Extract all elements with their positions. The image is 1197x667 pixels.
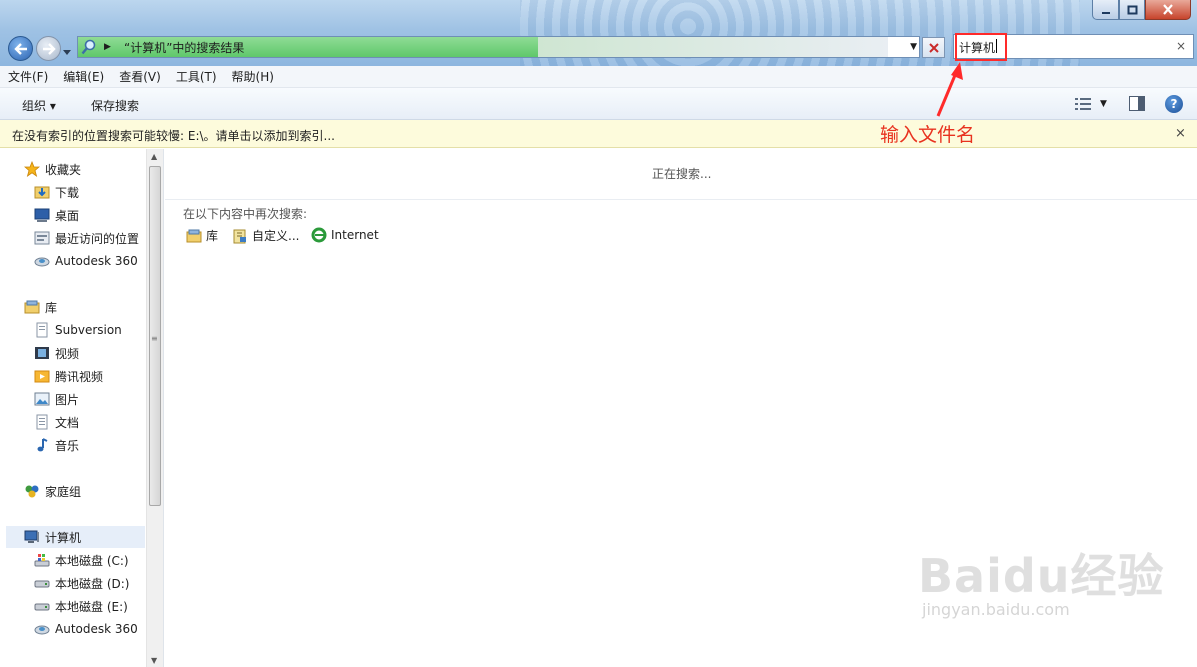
minimize-icon (1101, 11, 1110, 14)
location-label: 库 (206, 229, 219, 243)
address-bar[interactable]: ▶ “计算机”中的搜索结果 ▼ (77, 36, 920, 58)
chevron-down-icon (63, 50, 71, 55)
tencent-video-icon (34, 368, 50, 384)
minimize-button[interactable] (1092, 0, 1119, 20)
hard-drive-icon (34, 575, 50, 591)
location-label: Internet (331, 228, 379, 242)
address-text: “计算机”中的搜索结果 (124, 41, 245, 55)
info-close-icon[interactable]: × (1175, 126, 1186, 141)
music-note-icon (34, 437, 50, 453)
nav-item-label: Autodesk 360 (55, 254, 138, 268)
download-folder-icon (34, 184, 50, 200)
nav-scrollbar[interactable]: ▲ ≡ ▼ (146, 149, 163, 667)
nav-item-label: 腾讯视频 (55, 369, 104, 384)
maximize-button[interactable] (1119, 0, 1145, 20)
address-dropdown-icon[interactable]: ▼ (910, 42, 917, 52)
custom-folder-icon (232, 228, 248, 244)
scroll-down-icon[interactable]: ▼ (151, 656, 157, 665)
organize-button[interactable]: 组织 ▾ (22, 97, 56, 114)
star-icon (24, 161, 40, 177)
watermark-logo: Baidu经验 (918, 549, 1165, 603)
title-bar: ▶ “计算机”中的搜索结果 ▼ 计算机 × (0, 0, 1197, 66)
nav-item-label: 视频 (55, 346, 80, 361)
menu-view[interactable]: 查看(V) (119, 68, 161, 85)
menu-tools[interactable]: 工具(T) (176, 68, 217, 85)
menu-edit[interactable]: 编辑(E) (63, 68, 104, 85)
hard-drive-icon (34, 598, 50, 614)
nav-item-label: 本地磁盘 (D:) (55, 576, 130, 591)
search-again-label: 在以下内容中再次搜索: (183, 207, 308, 221)
library-folder-icon (24, 299, 40, 315)
close-button[interactable] (1145, 0, 1191, 20)
scroll-grip-icon: ≡ (151, 334, 158, 343)
nav-favorites-label: 收藏夹 (45, 162, 82, 177)
location-label: 自定义... (252, 229, 300, 243)
forward-button[interactable] (36, 36, 61, 61)
cloud-drive-icon (34, 621, 50, 637)
search-status: 正在搜索... (652, 167, 712, 181)
view-options-dropdown-icon[interactable]: ▼ (1100, 99, 1107, 109)
internet-explorer-icon (311, 227, 327, 243)
film-icon (34, 345, 50, 361)
desktop-icon (34, 207, 50, 223)
nav-item-label: Autodesk 360 (55, 622, 138, 636)
recent-pages-dropdown[interactable] (63, 45, 71, 59)
nav-item-label: 桌面 (55, 208, 80, 223)
stop-icon (928, 42, 939, 53)
info-bar-text[interactable]: 在没有索引的位置搜索可能较慢: E:\。请单击以添加到索引... (12, 127, 335, 144)
nav-item-label: 音乐 (55, 438, 80, 453)
document-icon (34, 414, 50, 430)
navigation-pane: 收藏夹 下载 桌面 最近访问的位置 Autodesk 360 库 Subvers… (0, 149, 164, 667)
library-folder-icon (186, 228, 202, 244)
maximize-icon (1127, 5, 1137, 14)
scroll-up-icon[interactable]: ▲ (151, 152, 157, 161)
back-button[interactable] (8, 36, 33, 61)
annotation-highlight-box (955, 33, 1007, 61)
menu-bar: 文件(F) 编辑(E) 查看(V) 工具(T) 帮助(H) (0, 66, 1197, 88)
nav-item-label: 本地磁盘 (E:) (55, 599, 128, 614)
clear-search-icon[interactable]: × (1176, 39, 1186, 53)
close-icon (1163, 4, 1173, 15)
cloud-drive-icon (34, 253, 50, 269)
address-blurred-area (538, 37, 888, 57)
save-search-button[interactable]: 保存搜索 (91, 97, 139, 114)
search-again-section: 在以下内容中再次搜索: (165, 199, 1197, 221)
preview-pane-icon[interactable] (1129, 96, 1145, 114)
nav-homegroup-label: 家庭组 (45, 484, 82, 499)
stop-search-button[interactable] (922, 37, 945, 58)
annotation-arrow-icon (936, 62, 963, 117)
change-view-icon[interactable] (1075, 97, 1091, 114)
arrow-left-icon (13, 42, 27, 55)
nav-item-label: 最近访问的位置 (55, 231, 140, 246)
nav-item-label: 本地磁盘 (C:) (55, 553, 129, 568)
recent-places-icon (34, 230, 50, 246)
help-icon[interactable]: ? (1165, 95, 1183, 113)
annotation-label: 输入文件名 (880, 124, 976, 146)
computer-icon (24, 529, 40, 545)
nav-item-label: Subversion (55, 323, 122, 337)
nav-computer[interactable]: 计算机 (6, 526, 145, 548)
command-bar: 组织 ▾ 保存搜索 ▼ ? (0, 88, 1197, 120)
search-again-libraries[interactable]: 库 (186, 227, 218, 244)
menu-help[interactable]: 帮助(H) (232, 68, 274, 85)
document-icon (34, 322, 50, 338)
nav-item-label: 下载 (55, 185, 80, 200)
nav-libraries-label: 库 (45, 300, 58, 315)
picture-icon (34, 391, 50, 407)
menu-file[interactable]: 文件(F) (8, 68, 48, 85)
window-controls (1092, 0, 1191, 20)
nav-item-label: 图片 (55, 392, 80, 407)
homegroup-icon (24, 483, 40, 499)
arrow-right-icon (42, 42, 56, 55)
index-info-bar[interactable]: 在没有索引的位置搜索可能较慢: E:\。请单击以添加到索引... × (0, 120, 1197, 148)
search-icon (81, 39, 97, 58)
watermark: Baidu经验 jingyan.baidu.com (918, 540, 1165, 619)
system-drive-icon (34, 552, 50, 568)
nav-item-label: 文档 (55, 415, 80, 430)
search-again-internet[interactable]: Internet (311, 227, 379, 243)
nav-computer-label: 计算机 (45, 530, 82, 545)
breadcrumb-arrow-icon[interactable]: ▶ (104, 42, 111, 52)
search-again-custom[interactable]: 自定义... (232, 227, 299, 244)
